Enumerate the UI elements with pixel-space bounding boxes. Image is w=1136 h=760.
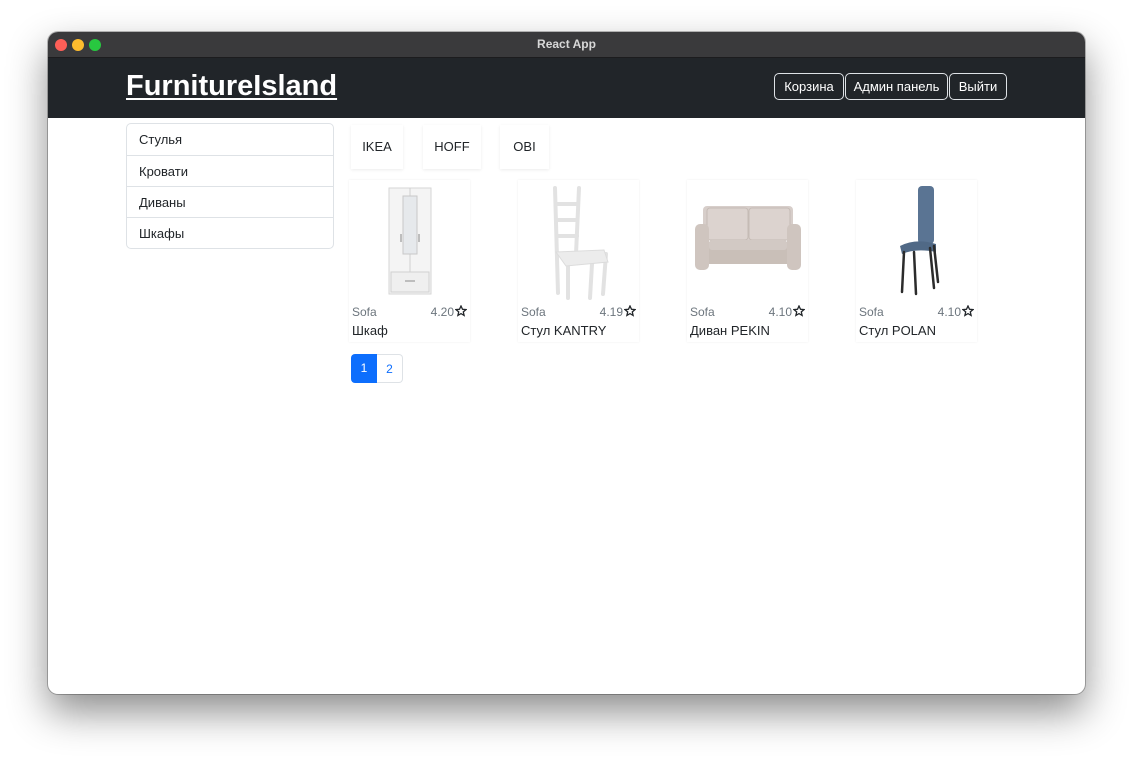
window-title: React App [537, 37, 596, 51]
product-card[interactable]: Sofa 4.10 Диван PEKIN [687, 180, 808, 342]
category-item-wardrobes[interactable]: Шкафы [127, 217, 333, 248]
brand-filter-hoff[interactable]: HOFF [423, 125, 481, 169]
product-rating: 4.20 [431, 305, 467, 319]
brand-filter-obi[interactable]: OBI [500, 125, 549, 169]
browser-window: React App FurnitureIsland Корзина Админ … [48, 32, 1085, 694]
star-icon [793, 305, 805, 317]
brand-filter-ikea[interactable]: IKEA [351, 125, 403, 169]
category-list: Стулья Кровати Диваны Шкафы [126, 123, 334, 249]
blue-chair-image [900, 186, 940, 296]
sofa-image [695, 206, 801, 270]
product-rating: 4.10 [938, 305, 974, 319]
navbar: FurnitureIsland Корзина Админ панель Вый… [48, 58, 1085, 118]
white-chair-image [553, 186, 609, 300]
category-item-sofas[interactable]: Диваны [127, 186, 333, 217]
product-name: Стул KANTRY [521, 323, 607, 338]
product-rating: 4.10 [769, 305, 805, 319]
product-brand: Sofa [521, 305, 546, 319]
admin-panel-button[interactable]: Админ панель [845, 73, 948, 100]
category-item-beds[interactable]: Кровати [127, 155, 333, 186]
product-brand: Sofa [352, 305, 377, 319]
cart-button[interactable]: Корзина [774, 73, 844, 100]
product-brand: Sofa [859, 305, 884, 319]
logout-button[interactable]: Выйти [949, 73, 1007, 100]
product-rating: 4.19 [600, 305, 636, 319]
product-name: Диван PEKIN [690, 323, 770, 338]
product-brand: Sofa [690, 305, 715, 319]
window-titlebar: React App [48, 32, 1085, 58]
product-name: Шкаф [352, 323, 388, 338]
brand-logo-link[interactable]: FurnitureIsland [126, 70, 337, 103]
page-2-button[interactable]: 2 [377, 354, 403, 383]
star-icon [455, 305, 467, 317]
wardrobe-image [388, 187, 432, 295]
product-card[interactable]: Sofa 4.20 Шкаф [349, 180, 470, 342]
star-icon [624, 305, 636, 317]
product-card[interactable]: Sofa 4.10 Стул POLAN [856, 180, 977, 342]
product-name: Стул POLAN [859, 323, 936, 338]
star-icon [962, 305, 974, 317]
product-card[interactable]: Sofa 4.19 Стул KANTRY [518, 180, 639, 342]
page-1-button[interactable]: 1 [351, 354, 377, 383]
category-item-chairs[interactable]: Стулья [127, 124, 333, 155]
